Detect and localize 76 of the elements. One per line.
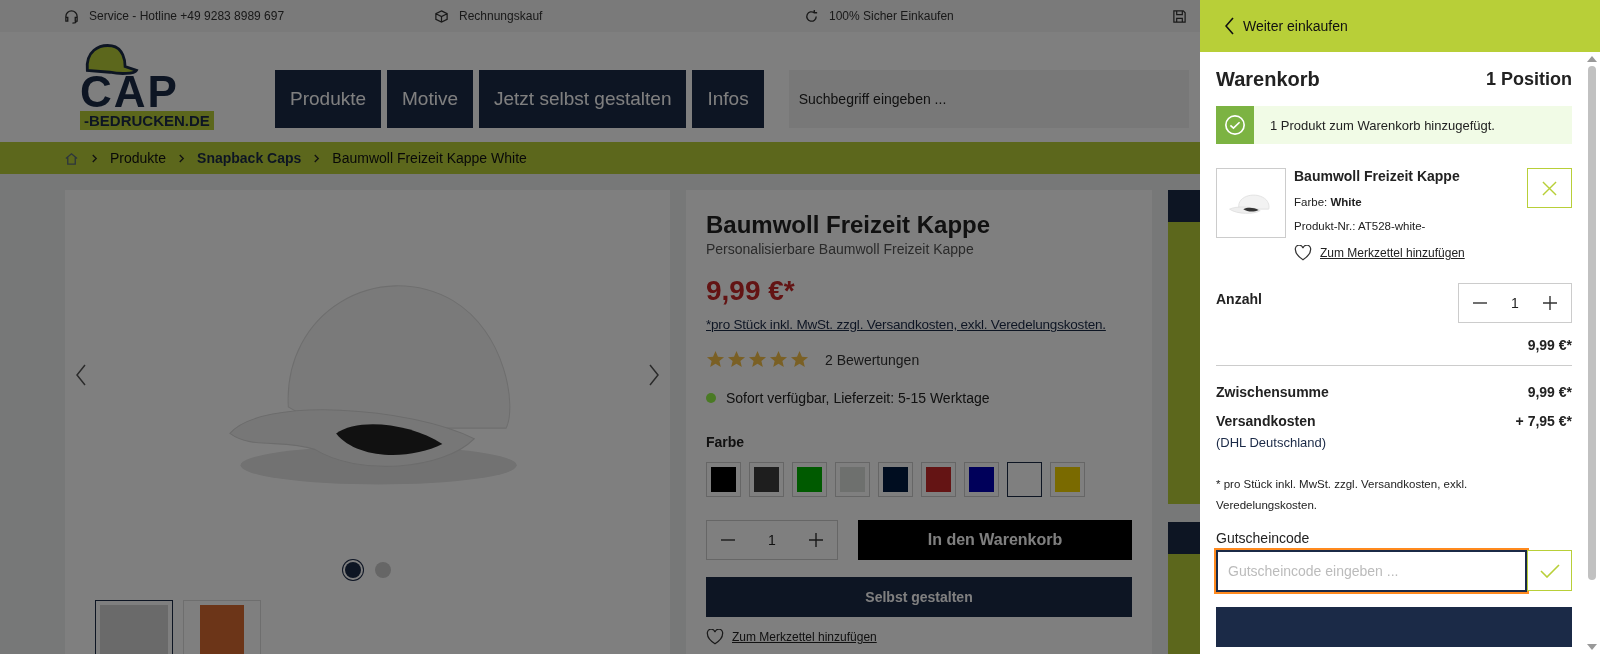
line-total: 9,99 €* — [1527, 337, 1572, 353]
star-icon — [790, 350, 809, 369]
star-icon — [727, 350, 746, 369]
alert-text: 1 Produkt zum Warenkorb hinzugefügt. — [1270, 117, 1495, 133]
scroll-down-icon[interactable] — [1587, 644, 1597, 650]
nav-button[interactable]: Jetzt selbst gestalten — [479, 70, 687, 128]
nav-button[interactable]: Infos — [692, 70, 764, 128]
nav-button[interactable]: Produkte — [275, 70, 382, 128]
box-icon — [434, 8, 449, 24]
wishlist-link[interactable]: Zum Merkzettel hinzufügen — [1320, 246, 1465, 260]
quantity-value: 1 — [1511, 295, 1519, 311]
logo-text: CAP — [80, 73, 180, 111]
close-icon — [1542, 180, 1557, 196]
price-note-link[interactable]: *pro Stück inkl. MwSt. zzgl. Versandkosten, exkl. Veredelungskosten. — [706, 317, 1132, 332]
cart-item-name[interactable]: Baumwoll Freizeit Kappe — [1294, 168, 1519, 184]
reviews-link[interactable]: 2 Bewertungen — [825, 351, 920, 368]
product-title: Baumwoll Freizeit Kappe — [706, 212, 992, 238]
carousel-dot[interactable] — [374, 562, 391, 578]
chevron-icon — [91, 153, 98, 163]
quantity-label: Anzahl — [1216, 291, 1262, 307]
home-icon[interactable] — [64, 150, 79, 166]
quantity-value: 1 — [768, 532, 776, 548]
checkmark-icon — [1539, 563, 1560, 578]
photo-placeholder — [200, 605, 244, 654]
color-label: Farbe — [706, 434, 746, 450]
carousel-dot[interactable] — [344, 562, 361, 578]
quantity-stepper[interactable]: 1 — [706, 520, 838, 560]
chevron-icon — [313, 153, 321, 163]
headset-icon — [64, 8, 79, 24]
continue-shopping-link[interactable]: Weiter einkaufen — [1243, 18, 1348, 34]
color-swatch[interactable] — [1007, 462, 1042, 497]
refresh-icon — [804, 8, 819, 24]
position-count: 1 Position — [1486, 69, 1572, 90]
search-field[interactable]: Suchbegriff eingeben ... — [788, 70, 1189, 128]
star-icon — [706, 350, 725, 369]
chevron-left-icon[interactable] — [1225, 17, 1235, 35]
product-number: Produkt-Nr.: AT528-white- — [1294, 220, 1427, 232]
plus-icon[interactable] — [809, 533, 823, 547]
add-to-cart-button[interactable]: In den Warenkorb — [858, 520, 1132, 560]
availability-text: Sofort verfügbar, Lieferzeit: 5-15 Werktage — [726, 390, 990, 406]
logo[interactable]: CAP -BEDRUCKEN.DE — [80, 48, 252, 130]
price-note: * pro Stück inkl. MwSt. zzgl. Versandkosten, exkl. Veredelungskosten. — [1216, 477, 1469, 513]
star-icon — [748, 350, 767, 369]
shipping-value: + 7,95 €* — [1515, 413, 1572, 429]
color-label: Farbe: — [1294, 196, 1328, 208]
customize-button[interactable]: Selbst gestalten — [706, 577, 1132, 617]
nav-button[interactable]: Motive — [387, 70, 473, 128]
quantity-stepper[interactable]: 1 — [1458, 283, 1572, 323]
product-subtitle: Personalisierbare Baumwoll Freizeit Kappe — [706, 241, 975, 257]
shipping-label: Versandkosten — [1216, 413, 1316, 429]
top-bar-text: Service - Hotline +49 9283 8989 697 — [89, 9, 285, 23]
logo-subtext: -BEDRUCKEN.DE — [80, 111, 214, 130]
voucher-label: Gutscheincode — [1216, 530, 1311, 546]
subtotal-value: 9,99 €* — [1527, 384, 1572, 400]
price: 9,99 €* — [706, 275, 796, 307]
color-value: White — [1330, 196, 1362, 208]
chevron-icon — [178, 153, 186, 163]
heart-icon[interactable] — [1294, 245, 1312, 261]
plus-icon[interactable] — [1543, 296, 1557, 310]
subtotal-label: Zwischensumme — [1216, 384, 1329, 400]
star-icon — [769, 350, 788, 369]
thumbnail[interactable] — [95, 600, 173, 654]
voucher-input-field[interactable]: Gutscheincode eingeben ... — [1216, 550, 1527, 592]
top-bar-text: Rechnungskauf — [459, 9, 543, 23]
top-bar-text: 100% Sicher Einkaufen — [829, 9, 954, 23]
product-thumbnail[interactable] — [1216, 168, 1286, 238]
cart-title: Warenkorb — [1216, 68, 1320, 91]
wishlist-link[interactable]: Zum Merkzettel hinzufügen — [732, 630, 877, 644]
breadcrumb-link[interactable]: Baumwoll Freizeit Kappe White — [332, 150, 527, 166]
breadcrumb-link[interactable]: Snapback Caps — [197, 150, 302, 166]
check-circle-icon — [1224, 114, 1246, 136]
shipping-method: (DHL Deutschland) — [1216, 435, 1328, 450]
breadcrumb-link[interactable]: Produkte — [110, 150, 167, 166]
chevron-right-icon[interactable] — [648, 362, 660, 387]
checkout-button[interactable] — [1216, 607, 1572, 647]
scroll-up-icon[interactable] — [1587, 56, 1597, 62]
